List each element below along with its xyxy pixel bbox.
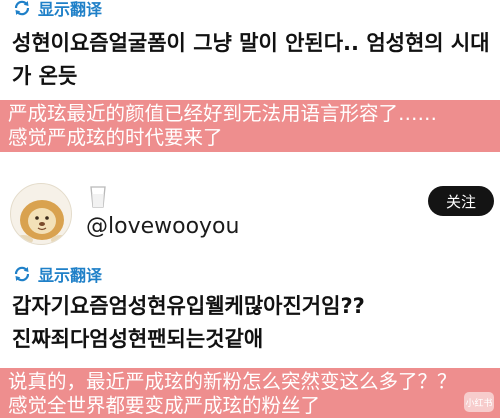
translate-icon — [14, 266, 30, 282]
watermark-logo: 小红书 — [464, 392, 494, 412]
username[interactable]: @lovewooyou — [86, 214, 239, 239]
korean-line: 갑자기요즘엄성현유입웰케많아진거임?? — [12, 294, 365, 318]
translate-label: 显示翻译 — [38, 266, 103, 285]
chinese-line: 说真的，最近严成玹的新粉怎么突然变这么多了？？ — [8, 370, 457, 393]
korean-line: 성현이요즘얼굴폼이 그냥 말이 안된다.. 엄성현의 시대 — [12, 31, 490, 55]
user-avatar[interactable] — [10, 183, 72, 245]
korean-line: 진짜죄다엄성현팬되는것같애 — [12, 327, 264, 351]
translate-label: 显示翻译 — [38, 0, 103, 19]
follow-button[interactable]: 关注 — [428, 186, 494, 216]
post-1-translate-toggle[interactable]: 显示翻译 — [12, 0, 102, 20]
chinese-line: 严成玹最近的颜值已经好到无法用语言形容了…… — [8, 102, 438, 125]
post-2-translation-highlight: 说真的，最近严成玹的新粉怎么突然变这么多了？？ 感觉全世界都要变成严成玹的粉丝了 — [0, 368, 500, 418]
chinese-line: 感觉全世界都要变成严成玹的粉丝了 — [8, 394, 321, 417]
korean-line: 가 온듯 — [12, 64, 78, 88]
translate-icon — [14, 0, 30, 16]
post-2-korean-text: 갑자기요즘엄성현유입웰케많아진거임?? 진짜죄다엄성현팬되는것같애 — [12, 290, 490, 356]
post-1-korean-text: 성현이요즘얼굴폼이 그냥 말이 안된다.. 엄성현의 시대 가 온듯 — [12, 27, 490, 93]
lion-avatar — [13, 200, 71, 244]
post-2-translate-toggle[interactable]: 显示翻译 — [12, 262, 102, 286]
post-1-translation-highlight: 严成玹最近的颜值已经好到无法用语言形容了…… 感觉严成玹的时代要来了 — [0, 100, 500, 152]
chinese-line: 感觉严成玹的时代要来了 — [8, 126, 223, 149]
milk-glass-icon — [90, 186, 106, 208]
